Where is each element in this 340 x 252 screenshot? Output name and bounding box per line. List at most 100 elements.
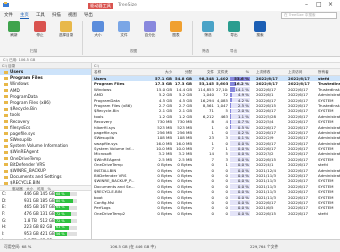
drive-size: 223 GB [24,224,39,230]
drive-name: H: [2,224,7,230]
column-allocated[interactable]: 分配 [174,69,192,76]
maximize-icon[interactable]: □ [316,2,322,8]
tree-item-label: pagefile.sys [10,130,36,136]
folder-icon [4,101,8,105]
drive-row[interactable]: C: 446 GB 145 GB 68 % [0,191,91,198]
menu-home[interactable]: 主页 [20,12,29,19]
close-icon[interactable]: × [328,2,333,8]
size-icon [92,21,104,32]
folder-icon [4,126,8,130]
drive-row[interactable]: F: 476 GB 131 GB 72 % [0,211,91,218]
folder-icon [4,76,8,80]
drive-size: 465 GB [24,204,39,210]
folder-icon [4,70,8,74]
tree-item-label: ProgramData [10,93,38,99]
menu-view[interactable]: 视图 [68,12,77,18]
search-button[interactable]: 搜索 [246,21,274,38]
drive-name: E: [2,204,6,210]
size-label: 大小 [94,33,102,37]
drive-list: 驱动器 大小 可用 % C: 446 GB 145 GB 68 % D: 931 GB 18… [0,185,91,239]
file-list-pane: C:\ 名称 大小 分配 文件 文件夹 % 上次修改 上次访问 所有者 User… [92,63,340,239]
group-filter: 筛选 [202,49,210,53]
select-directory-label: 选择目录 [58,33,74,37]
column-header: 名称 大小 分配 文件 文件夹 % 上次修改 上次访问 所有者 [92,69,340,76]
column-name[interactable]: 名称 [94,69,150,76]
drive-free: 421 GB [40,231,55,237]
ribbon-divider [192,21,193,55]
menu-scan[interactable]: 扫描 [52,12,61,18]
ribbon: 文件 主页 工具 扫描 视图 导出 在 TreeSize 中搜索 刷新 停止 选… [0,11,340,57]
column-files[interactable]: 文件 [194,69,214,76]
drive-tools-tab[interactable]: 驱动器工具 [88,3,113,9]
table-row[interactable]: OneDriveTemp2 0 Bytes 0 Bytes 0 0 0.0 % 2022/6… [92,211,340,216]
owner-cell: stefd [318,210,328,216]
refresh-label: 刷新 [10,33,18,37]
drive-size: 1.8 TB [24,217,37,223]
tree-item-label: tools [10,112,21,118]
select-directory-button[interactable]: 选择目录 [52,21,80,38]
percent-cell: 0.0 % [237,210,249,216]
status-used-space: 106.5 GB (在 446 GB 中) [110,244,156,249]
tree-item-label: AMD [10,87,20,93]
folder-icon [4,138,8,142]
drive-row[interactable]: H: 223 GB 82 GB 63 % [0,224,91,231]
menu-export[interactable]: 导出 [84,12,93,18]
percent-view-button[interactable]: 百分比 [136,21,164,38]
drive-percent: 72 % [56,212,65,217]
column-owner[interactable]: 所有者 [318,69,340,76]
folder-icon [4,132,8,136]
tree-item-label: OneDriveTemp [10,155,41,161]
stop-icon [34,21,46,32]
drive-row[interactable]: I: 953 GB 421 GB 56 % [0,231,91,238]
search-label: 搜索 [256,33,264,37]
tree-item-label: Program Files [10,75,43,81]
drive-row[interactable]: E: 465 GB 167 GB 64 % [0,204,91,211]
tree-item-label: System Volume Information [10,143,69,149]
drive-percent: 80 % [56,198,65,203]
modified-cell: 2022/6/15 [256,210,276,216]
chart-button[interactable]: 图表 [162,21,190,38]
tree-item-label: Documents and Settings [10,174,62,180]
search-input[interactable]: 在 TreeSize 中搜索 [281,12,337,19]
chart-icon [170,21,182,32]
drive-size: 953 GB [24,231,39,237]
filter-button[interactable]: 筛选 [194,21,222,38]
files-view-button[interactable]: 文件 [110,21,138,38]
menu-tools[interactable]: 工具 [36,12,45,18]
minimize-icon[interactable]: – [305,2,308,8]
export-label: 导出 [230,33,238,37]
status-file-count: 229,764 个文件 [250,244,279,249]
stop-button[interactable]: 停止 [26,21,54,38]
export-button[interactable]: 导出 [220,21,248,38]
folder-icon [4,144,8,148]
folder-icon [4,113,8,117]
tree-item-label: $WinREAgent [10,149,39,155]
drive-free: 145 GB [40,191,55,196]
column-folders[interactable]: 文件夹 [216,69,228,76]
column-size[interactable]: 大小 [152,69,172,76]
app-icon [3,2,9,7]
drive-name: C: [2,191,7,196]
drive-size: 476 GB [24,211,39,217]
column-modified[interactable]: 上次修改 [256,69,286,76]
column-accessed[interactable]: 上次访问 [288,69,316,76]
folder-icon [4,150,8,154]
folder-icon [4,82,8,86]
folder-icon [4,175,8,179]
status-free-space: 可用空间: 68 % [4,244,32,249]
column-percent[interactable]: % [230,69,250,76]
refresh-button[interactable]: 刷新 [0,21,28,38]
folder-icon [4,89,8,93]
drive-size: 446 GB [24,191,39,196]
ribbon-divider [82,21,83,55]
files-label: 文件 [120,33,128,37]
drive-row[interactable]: D: 931 GB 185 GB 80 % [0,198,91,205]
drive-row[interactable]: G: 1.8 TB 512 GB 72 % [0,217,91,225]
folder-icon [4,107,8,111]
size-view-button[interactable]: 大小 [84,21,112,38]
name-cell: OneDriveTemp2 [94,210,126,216]
filter-label: 筛选 [204,33,212,37]
menu-file[interactable]: 文件 [4,12,13,18]
accessed-cell: 2022/6/17 [288,210,308,216]
percent-icon [144,21,156,32]
